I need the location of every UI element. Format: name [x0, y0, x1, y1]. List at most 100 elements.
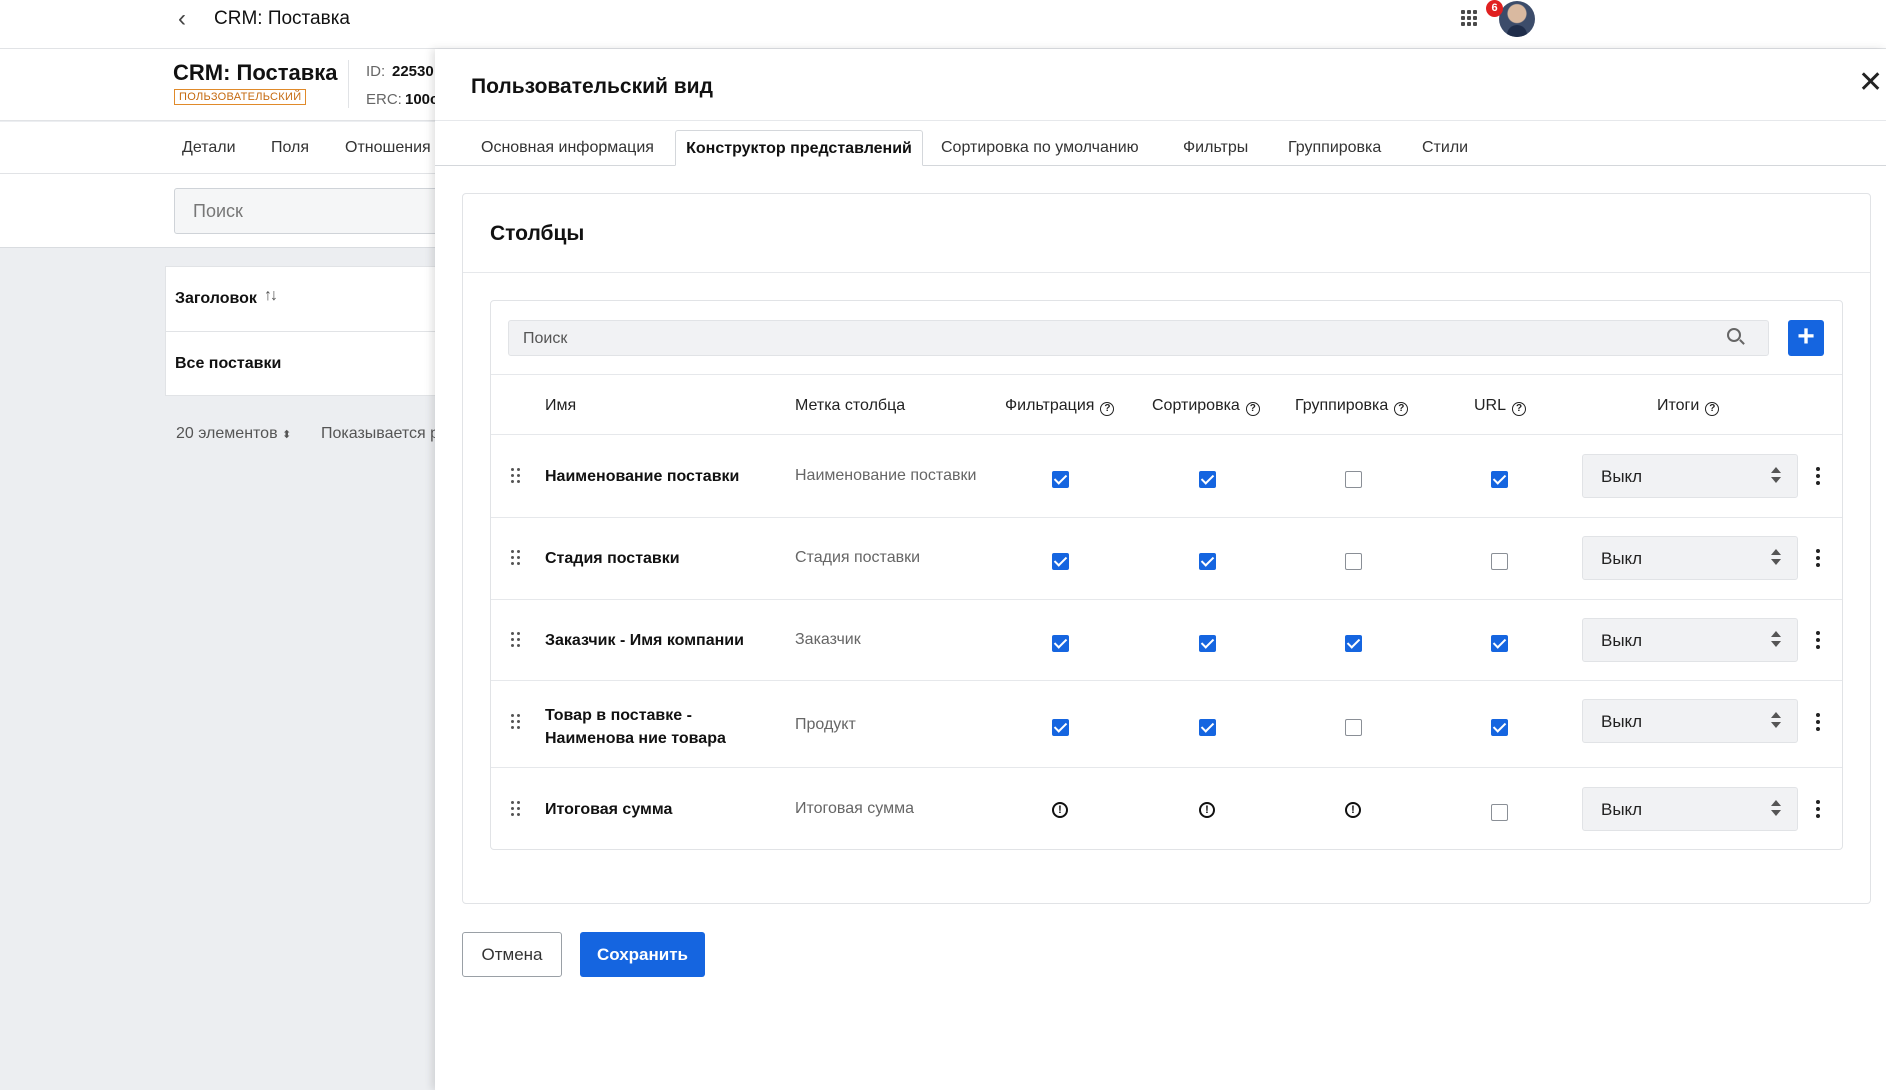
id-label: ID: [366, 63, 386, 80]
cancel-button[interactable]: Отмена [462, 932, 562, 977]
filter-checkbox[interactable] [1052, 635, 1069, 652]
header-group-label: Группировка [1295, 397, 1389, 414]
warning-icon[interactable]: ! [1052, 802, 1068, 818]
tab-fields[interactable]: Поля [271, 139, 309, 157]
column-label: Продукт [795, 716, 856, 733]
totals-select[interactable]: Выкл [1582, 536, 1798, 580]
header-label: Метка столбца [795, 397, 906, 414]
group-checkbox[interactable] [1345, 471, 1362, 488]
url-checkbox[interactable] [1491, 719, 1508, 736]
drag-handle-icon[interactable] [511, 714, 521, 730]
column-name: Заказчик - Имя компании [545, 632, 744, 649]
select-arrows-icon [1771, 800, 1781, 818]
pagination-status: Показывается р [321, 425, 440, 442]
more-options-icon[interactable] [1816, 800, 1820, 818]
tab-details[interactable]: Детали [182, 139, 236, 157]
column-name: Итоговая сумма [545, 801, 673, 818]
close-icon[interactable]: ✕ [1858, 68, 1883, 98]
column-name: Наименование поставки [545, 468, 740, 485]
more-options-icon[interactable] [1816, 713, 1820, 731]
notification-badge[interactable]: 6 [1486, 0, 1503, 17]
tab-styles[interactable]: Стили [1422, 139, 1468, 157]
sort-checkbox[interactable] [1199, 553, 1216, 570]
sort-checkbox[interactable] [1199, 635, 1216, 652]
group-checkbox[interactable] [1345, 635, 1362, 652]
table-divider [491, 374, 1842, 375]
help-icon[interactable]: ? [1100, 402, 1115, 416]
tab-view-builder[interactable]: Конструктор представлений [675, 130, 923, 166]
table-divider [165, 331, 465, 332]
more-options-icon[interactable] [1816, 631, 1820, 649]
url-checkbox[interactable] [1491, 635, 1508, 652]
avatar[interactable] [1499, 1, 1535, 37]
select-arrows-icon [1771, 712, 1781, 730]
save-button[interactable]: Сохранить [580, 932, 705, 977]
list-search-input[interactable]: Поиск [174, 188, 474, 234]
sort-checkbox[interactable] [1199, 719, 1216, 736]
drag-handle-icon[interactable] [511, 632, 521, 648]
tab-relations[interactable]: Отношения [345, 139, 431, 157]
more-options-icon[interactable] [1816, 549, 1820, 567]
tab-default-sort[interactable]: Сортировка по умолчанию [941, 139, 1139, 157]
totals-select[interactable]: Выкл [1582, 618, 1798, 662]
sort-checkbox[interactable] [1199, 471, 1216, 488]
totals-select[interactable]: Выкл [1582, 787, 1798, 831]
erc-label: ERC: [366, 91, 402, 108]
tab-basic-info[interactable]: Основная информация [481, 139, 654, 157]
table-header-title[interactable]: Заголовок [175, 290, 257, 308]
table-row[interactable]: Все поставки [175, 355, 281, 373]
group-checkbox[interactable] [1345, 719, 1362, 736]
columns-search-input[interactable]: Поиск [508, 320, 1769, 356]
add-column-button[interactable]: + [1788, 320, 1824, 356]
group-checkbox[interactable] [1345, 553, 1362, 570]
column-label: Итоговая сумма [795, 800, 914, 817]
totals-select-value: Выкл [1601, 712, 1643, 731]
help-icon[interactable]: ? [1245, 402, 1260, 416]
header-totals: Итоги? [1657, 397, 1720, 416]
url-checkbox[interactable] [1491, 471, 1508, 488]
tabs-underline [435, 165, 1886, 166]
app-title: CRM: Поставка [214, 8, 350, 29]
warning-icon[interactable]: ! [1345, 802, 1361, 818]
table-divider [491, 599, 1842, 600]
filter-checkbox[interactable] [1052, 719, 1069, 736]
header-sort: Сортировка? [1152, 397, 1260, 416]
totals-select[interactable]: Выкл [1582, 454, 1798, 498]
header-divider [348, 60, 349, 108]
erc-value: 100c [405, 91, 439, 108]
tab-filters[interactable]: Фильтры [1183, 139, 1248, 157]
page-size-label: 20 элементов [176, 425, 278, 442]
filter-checkbox[interactable] [1052, 471, 1069, 488]
card-divider [463, 272, 1870, 273]
table-divider [491, 680, 1842, 681]
drag-handle-icon[interactable] [511, 801, 521, 817]
header-group: Группировка? [1295, 397, 1409, 416]
totals-select-value: Выкл [1601, 549, 1643, 568]
tab-grouping[interactable]: Группировка [1288, 139, 1381, 157]
sort-icon[interactable]: ↑↓ [264, 287, 278, 305]
url-checkbox[interactable] [1491, 553, 1508, 570]
back-chevron-icon[interactable]: ‹ [178, 7, 186, 31]
url-checkbox[interactable] [1491, 804, 1508, 821]
help-icon[interactable]: ? [1394, 402, 1409, 416]
drag-handle-icon[interactable] [511, 468, 521, 484]
column-label: Стадия поставки [795, 549, 921, 566]
help-icon[interactable]: ? [1512, 402, 1527, 416]
more-options-icon[interactable] [1816, 467, 1820, 485]
filter-checkbox[interactable] [1052, 553, 1069, 570]
help-icon[interactable]: ? [1705, 402, 1720, 416]
select-arrows-icon [1771, 467, 1781, 485]
drag-handle-icon[interactable] [511, 550, 521, 566]
select-arrows-icon [1771, 549, 1781, 567]
header-url-label: URL [1474, 397, 1507, 414]
totals-select[interactable]: Выкл [1582, 699, 1798, 743]
search-icon[interactable] [1727, 328, 1741, 342]
apps-grid-icon[interactable] [1461, 10, 1477, 26]
page-size-select[interactable]: 20 элементов ⬍ [176, 425, 291, 443]
columns-section-title: Столбцы [490, 222, 585, 245]
warning-icon[interactable]: ! [1199, 802, 1215, 818]
header-url: URL? [1474, 397, 1527, 416]
table-divider [491, 767, 1842, 768]
id-value: 22530 [392, 63, 434, 80]
column-name: Товар в поставке - Наименова ние товара [545, 707, 726, 747]
